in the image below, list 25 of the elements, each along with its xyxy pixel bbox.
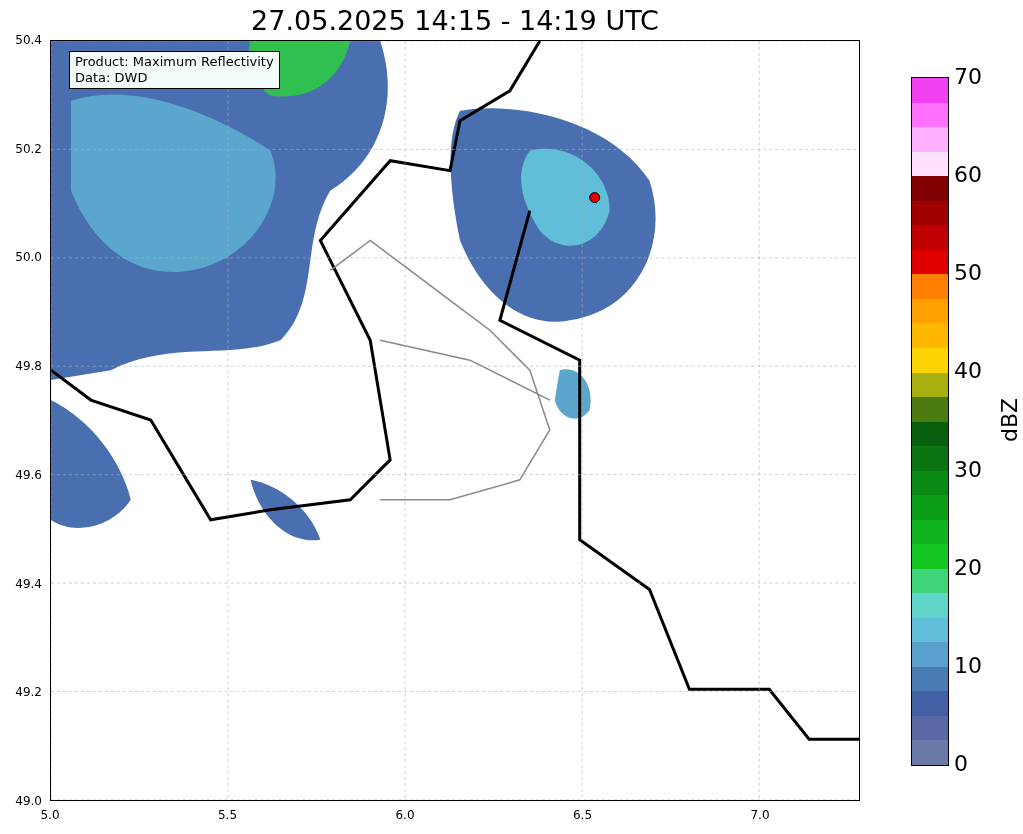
- colorbar-tick-label: 60: [954, 161, 982, 190]
- colorbar-tick-label: 30: [954, 455, 982, 484]
- colorbar-label: dBZ: [996, 397, 1023, 443]
- axis-tick-label: 49.4: [14, 575, 42, 592]
- legend-text: Data: DWD: [75, 70, 149, 86]
- axis-tick-label: 49.6: [14, 466, 42, 483]
- colorbar-tick-label: 10: [954, 651, 982, 680]
- colorbar-tick-label: 40: [954, 357, 982, 386]
- axis-tick-label: 5.5: [216, 807, 239, 823]
- legend-text: Product: Maximum Reflectivity: [75, 54, 274, 70]
- axis-tick-label: 50.0: [14, 249, 42, 266]
- chart-title: 27.05.2025 14:15 - 14:19 UTC: [250, 4, 660, 38]
- axis-tick-label: 6.5: [571, 807, 594, 823]
- axis-tick-label: 50.4: [14, 32, 42, 48]
- axis-tick-label: 50.2: [14, 140, 42, 157]
- colorbar-tick-label: 20: [954, 553, 982, 582]
- axis-tick-label: 49.0: [14, 792, 42, 809]
- axis-tick-label: 49.2: [14, 684, 42, 701]
- colorbar-tick-label: 70: [954, 63, 982, 91]
- colorbar-tick-label: 0: [954, 749, 968, 778]
- axis-tick-label: 49.8: [14, 358, 42, 375]
- axis-tick-label: 5.0: [39, 807, 61, 823]
- colorbar-tick-label: 50: [954, 259, 982, 288]
- axis-tick-label: 7.0: [749, 807, 771, 823]
- axis-tick-label: 6.0: [394, 807, 416, 823]
